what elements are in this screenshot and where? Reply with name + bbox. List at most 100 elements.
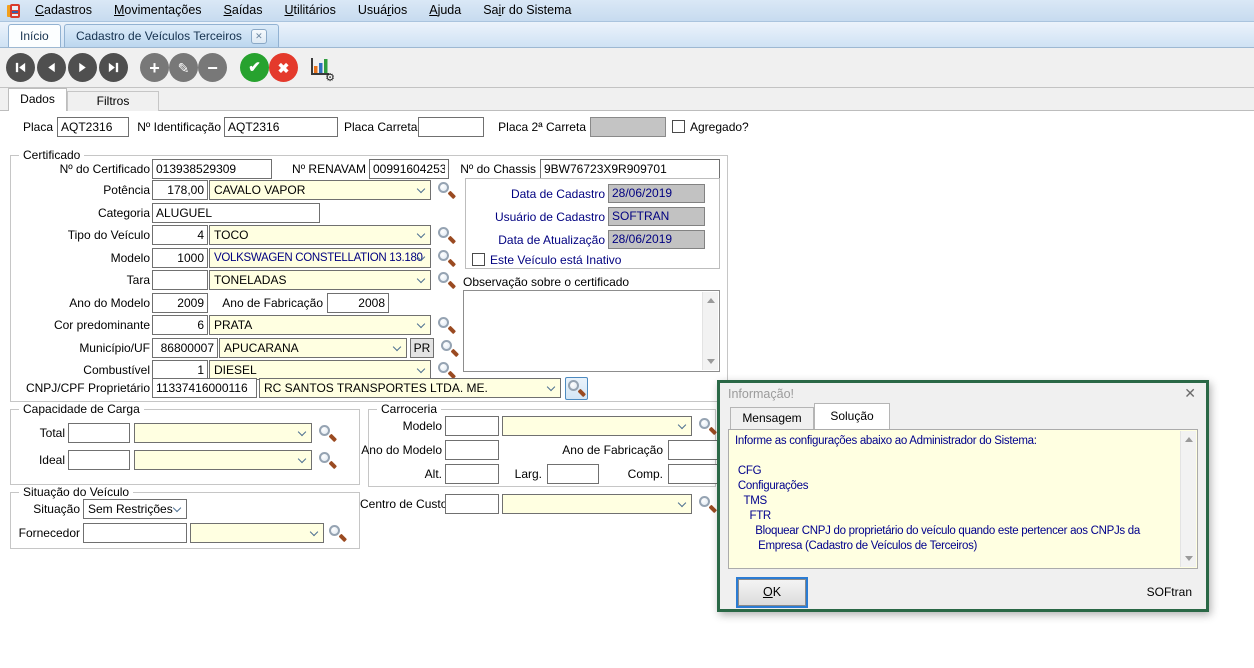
num-certificado-input[interactable] xyxy=(152,159,272,179)
capacidade-total-search-icon[interactable] xyxy=(318,424,338,444)
tab-inicio[interactable]: Início xyxy=(8,24,61,47)
first-record-button[interactable] xyxy=(6,53,35,82)
identificacao-input[interactable] xyxy=(224,117,338,137)
carroceria-larg-input[interactable] xyxy=(547,464,599,484)
observacao-label: Observação sobre o certificado xyxy=(463,272,629,292)
cancel-button[interactable]: ✖ xyxy=(269,53,298,82)
municipio-search-icon[interactable] xyxy=(440,339,460,359)
chart-button[interactable]: ⚙ xyxy=(307,55,333,81)
ano-fabricacao-input[interactable] xyxy=(327,293,389,313)
tab-dados[interactable]: Dados xyxy=(8,88,67,111)
cnpj-search-button[interactable] xyxy=(565,377,588,400)
capacidade-total-input[interactable] xyxy=(68,423,130,443)
dialog-tab-mensagem[interactable]: Mensagem xyxy=(730,407,814,429)
menu-utilitarios[interactable]: Utilitários xyxy=(273,0,346,22)
capacidade-ideal-input[interactable] xyxy=(68,450,130,470)
placa-2-carreta-input xyxy=(590,117,666,137)
categoria-label: Categoria xyxy=(8,203,150,223)
situacao-select[interactable]: Sem Restrições xyxy=(83,499,187,519)
municipio-combo[interactable]: APUCARANA xyxy=(219,338,407,358)
cnpj-label: CNPJ/CPF Proprietário xyxy=(8,378,150,398)
carroceria-ano-modelo-input[interactable] xyxy=(445,440,499,460)
tab-close-icon[interactable]: ✕ xyxy=(251,29,267,44)
edit-button[interactable]: ✎ xyxy=(169,53,198,82)
modelo-code-input[interactable] xyxy=(152,248,208,268)
cnpj-combo[interactable]: RC SANTOS TRANSPORTES LTDA. ME. xyxy=(259,378,561,398)
carroceria-modelo-combo[interactable] xyxy=(502,416,692,436)
fornecedor-search-icon[interactable] xyxy=(328,524,348,544)
cnpj-code-input[interactable] xyxy=(152,378,257,398)
dialog-close-icon[interactable]: ✕ xyxy=(1184,385,1196,402)
centro-custo-input[interactable] xyxy=(445,494,499,514)
ano-modelo-input[interactable] xyxy=(152,293,208,313)
placa-carreta-label: Placa Carreta xyxy=(344,117,414,137)
inativo-checkbox[interactable] xyxy=(472,253,485,266)
scroll-down-icon[interactable] xyxy=(1185,556,1193,561)
combustivel-combo[interactable]: DIESEL xyxy=(209,360,431,380)
previous-record-button[interactable] xyxy=(37,53,66,82)
carroceria-larg-label: Larg. xyxy=(510,464,542,484)
tab-filtros[interactable]: Filtros xyxy=(67,91,159,111)
potencia-combo[interactable]: CAVALO VAPOR xyxy=(209,180,431,200)
renavam-input[interactable] xyxy=(369,159,449,179)
municipio-code-input[interactable] xyxy=(152,338,218,358)
ok-button[interactable]: OK xyxy=(738,579,806,606)
next-record-button[interactable] xyxy=(68,53,97,82)
menu-ajuda[interactable]: Ajuda xyxy=(418,0,472,22)
fornecedor-combo[interactable] xyxy=(190,523,324,543)
tipo-veiculo-code-input[interactable] xyxy=(152,225,208,245)
capacidade-ideal-combo[interactable] xyxy=(134,450,312,470)
observacao-textarea[interactable] xyxy=(463,290,720,372)
cor-label: Cor predominante xyxy=(8,315,150,335)
tipo-veiculo-combo[interactable]: TOCO xyxy=(209,225,431,245)
placa-input[interactable] xyxy=(57,117,129,137)
tara-combo[interactable]: TONELADAS xyxy=(209,270,431,290)
scroll-down-icon[interactable] xyxy=(707,359,715,364)
menu-movimentacoes[interactable]: Movimentações xyxy=(103,0,213,22)
capacidade-ideal-label: Ideal xyxy=(8,450,65,470)
fornecedor-input[interactable] xyxy=(83,523,187,543)
modelo-search-icon[interactable] xyxy=(437,249,457,269)
tab-cadastro-veiculos-terceiros[interactable]: Cadastro de Veículos Terceiros ✕ xyxy=(64,24,279,47)
cor-code-input[interactable] xyxy=(152,315,208,335)
chevron-down-icon xyxy=(173,504,181,512)
tipo-veiculo-search-icon[interactable] xyxy=(437,226,457,246)
form-tab-strip: Dados Filtros xyxy=(0,88,1254,111)
carroceria-modelo-search-icon[interactable] xyxy=(698,417,718,437)
tara-code-input[interactable] xyxy=(152,270,208,290)
remove-button[interactable]: − xyxy=(198,53,227,82)
carroceria-alt-input[interactable] xyxy=(445,464,499,484)
menu-usuarios[interactable]: Usuários xyxy=(347,0,418,22)
menu-sair-do-sistema[interactable]: Sair do Sistema xyxy=(472,0,582,22)
categoria-input[interactable] xyxy=(152,203,320,223)
cor-combo[interactable]: PRATA xyxy=(209,315,431,335)
confirm-button[interactable]: ✔ xyxy=(240,53,269,82)
gear-icon: ⚙ xyxy=(325,71,335,84)
minus-icon: − xyxy=(207,59,218,77)
carroceria-modelo-input[interactable] xyxy=(445,416,499,436)
capacidade-total-combo[interactable] xyxy=(134,423,312,443)
combustivel-code-input[interactable] xyxy=(152,360,208,380)
menu-saidas[interactable]: Saídas xyxy=(213,0,274,22)
dialog-scrollbar[interactable] xyxy=(1180,431,1196,567)
next-record-icon xyxy=(76,61,89,74)
agregado-checkbox[interactable] xyxy=(672,120,685,133)
last-record-button[interactable] xyxy=(99,53,128,82)
menu-cadastros[interactable]: Cadastros xyxy=(24,0,103,22)
scroll-up-icon[interactable] xyxy=(707,298,715,303)
capacidade-ideal-search-icon[interactable] xyxy=(318,451,338,471)
potencia-code-input[interactable] xyxy=(152,180,208,200)
centro-custo-search-icon[interactable] xyxy=(698,495,718,515)
modelo-combo[interactable]: VOLKSWAGEN CONSTELLATION 13.180 xyxy=(209,248,431,268)
add-button[interactable]: + xyxy=(140,53,169,82)
document-tab-strip: Início Cadastro de Veículos Terceiros ✕ xyxy=(0,22,1254,48)
chassis-input[interactable] xyxy=(540,159,720,179)
dialog-tab-solucao[interactable]: Solução xyxy=(814,403,890,429)
centro-custo-combo[interactable] xyxy=(502,494,692,514)
observacao-scrollbar[interactable] xyxy=(702,292,718,370)
placa-carreta-input[interactable] xyxy=(418,117,484,137)
potencia-search-icon[interactable] xyxy=(437,181,457,201)
tara-search-icon[interactable] xyxy=(437,271,457,291)
scroll-up-icon[interactable] xyxy=(1185,437,1193,442)
cor-search-icon[interactable] xyxy=(437,316,457,336)
